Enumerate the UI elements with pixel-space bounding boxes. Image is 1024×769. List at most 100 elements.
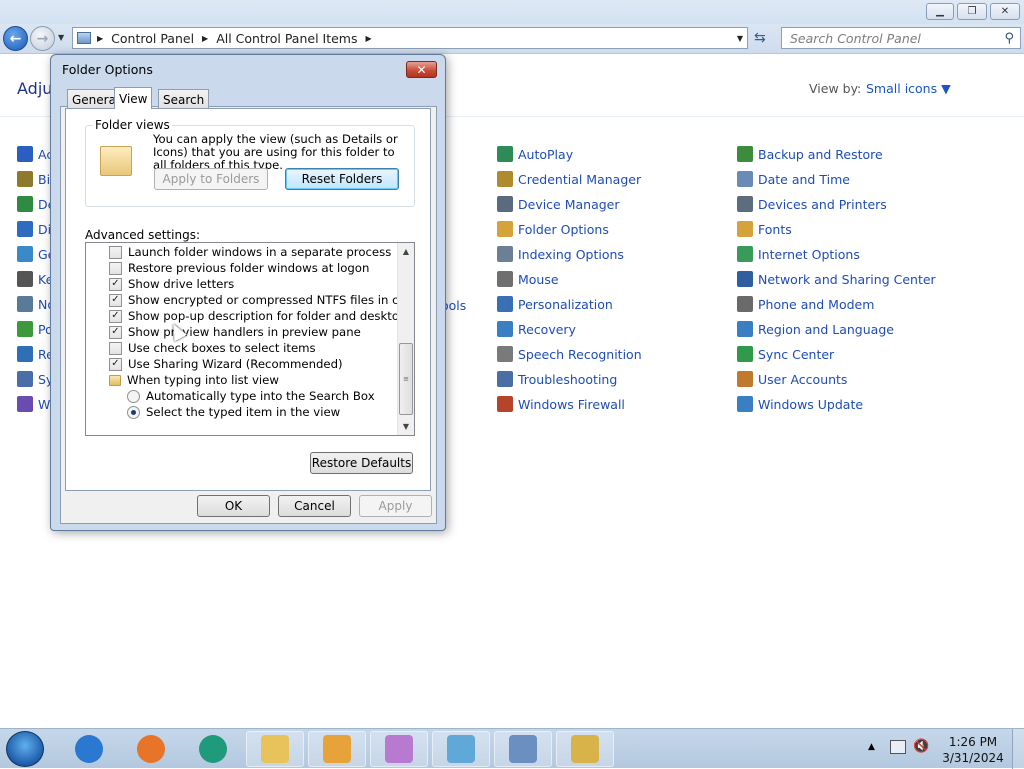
cancel-button[interactable]: Cancel <box>278 495 351 517</box>
cp-item-label: Phone and Modem <box>758 296 875 312</box>
setting-row[interactable]: ✓ Show preview handlers in preview pane <box>86 324 361 340</box>
restore-defaults-button[interactable]: Restore Defaults <box>310 452 413 474</box>
cp-item-middle-1[interactable]: Credential Manager <box>497 169 641 189</box>
cp-item-middle-5[interactable]: Mouse <box>497 269 559 289</box>
setting-row[interactable]: Automatically type into the Search Box <box>86 388 375 404</box>
breadcrumb-separator-icon[interactable]: ▶ <box>97 34 103 43</box>
cp-item-left-10[interactable]: Wi <box>17 394 54 414</box>
cp-item-right-3[interactable]: Fonts <box>737 219 792 239</box>
show-hidden-icons-icon[interactable]: ▲ <box>868 742 875 752</box>
breadcrumb-separator-icon[interactable]: ▶ <box>202 34 208 43</box>
address-dropdown-icon[interactable]: ▼ <box>737 34 743 43</box>
checkbox-checked[interactable]: ✓ <box>109 293 122 307</box>
apply-to-folders-button[interactable]: Apply to Folders <box>154 168 268 190</box>
tab-view[interactable]: View <box>114 87 153 109</box>
cp-item-right-8[interactable]: Sync Center <box>737 344 834 364</box>
setting-row[interactable]: Use check boxes to select items <box>86 340 316 356</box>
cp-item-right-7[interactable]: Region and Language <box>737 319 894 339</box>
apply-button[interactable]: Apply <box>359 495 432 517</box>
radio-unselected[interactable] <box>127 389 140 403</box>
dialog-close-button[interactable]: ✕ <box>406 61 437 78</box>
breadcrumb-all-items[interactable]: All Control Panel Items <box>216 31 357 46</box>
scroll-down-icon[interactable]: ▼ <box>398 418 414 435</box>
cp-item-middle-9[interactable]: Troubleshooting <box>497 369 617 389</box>
setting-row[interactable]: When typing into list view <box>86 372 279 388</box>
cp-item-right-1[interactable]: Date and Time <box>737 169 850 189</box>
setting-row[interactable]: ✓ Use Sharing Wizard (Recommended) <box>86 356 343 372</box>
maximize-button[interactable]: ❐ <box>957 3 987 20</box>
cp-item-right-2[interactable]: Devices and Printers <box>737 194 887 214</box>
setting-row[interactable]: Select the typed item in the view <box>86 404 340 420</box>
search-icon[interactable]: ⚲ <box>1004 31 1014 46</box>
view-by-dropdown[interactable]: Small icons ▼ <box>866 81 951 96</box>
reset-folders-button[interactable]: Reset Folders <box>285 168 399 190</box>
network-tray-icon[interactable] <box>890 740 906 754</box>
cp-item-middle-2[interactable]: Device Manager <box>497 194 620 214</box>
cp-item-right-10[interactable]: Windows Update <box>737 394 863 414</box>
taskbar-app-5[interactable] <box>370 731 428 767</box>
scroll-up-icon[interactable]: ▲ <box>398 243 414 260</box>
cp-item-right-4[interactable]: Internet Options <box>737 244 860 264</box>
ok-button[interactable]: OK <box>197 495 270 517</box>
cp-item-middle-0[interactable]: AutoPlay <box>497 144 573 164</box>
checkbox-checked[interactable]: ✓ <box>109 357 122 371</box>
cp-item-left-5[interactable]: Ke <box>17 269 53 289</box>
settings-scrollbar[interactable]: ▲ ≡ ▼ <box>397 243 414 435</box>
setting-row[interactable]: ✓ Show encrypted or compressed NTFS files… <box>86 292 415 308</box>
cp-item-right-6[interactable]: Phone and Modem <box>737 294 874 314</box>
back-button[interactable]: ← <box>3 26 28 51</box>
checkbox-checked[interactable]: ✓ <box>109 325 122 339</box>
cp-item-label: Credential Manager <box>518 171 642 187</box>
address-bar[interactable]: ▶ Control Panel ▶ All Control Panel Item… <box>72 27 748 49</box>
cp-item-right-9[interactable]: User Accounts <box>737 369 847 389</box>
taskbar-app-1[interactable] <box>122 731 180 767</box>
taskbar-app-3[interactable] <box>246 731 304 767</box>
checkbox-unchecked[interactable] <box>109 245 122 259</box>
checkbox-unchecked[interactable] <box>109 341 122 355</box>
breadcrumb-control-panel[interactable]: Control Panel <box>111 31 194 46</box>
taskbar-app-8[interactable] <box>556 731 614 767</box>
cp-item-left-7[interactable]: Po <box>17 319 53 339</box>
checkbox-checked[interactable]: ✓ <box>109 277 122 291</box>
cp-item-left-0[interactable]: Ac <box>17 144 53 164</box>
cp-item-middle-8[interactable]: Speech Recognition <box>497 344 642 364</box>
taskbar-app-6[interactable] <box>432 731 490 767</box>
breadcrumb-separator-icon[interactable]: ▶ <box>366 34 372 43</box>
start-button[interactable] <box>6 731 44 767</box>
setting-row[interactable]: ✓ Show pop-up description for folder and … <box>86 308 414 324</box>
taskbar-app-2[interactable] <box>184 731 242 767</box>
volume-muted-icon[interactable]: 🔇 <box>913 739 929 754</box>
cp-item-middle-7[interactable]: Recovery <box>497 319 576 339</box>
advanced-settings-list[interactable]: Launch folder windows in a separate proc… <box>85 242 415 436</box>
minimize-button[interactable]: ▁ <box>926 3 954 20</box>
cp-item-left-8[interactable]: Re <box>17 344 54 364</box>
recent-pages-dropdown-icon[interactable]: ▼ <box>58 33 64 42</box>
notepad-icon <box>447 735 475 763</box>
cp-item-left-9[interactable]: Sy <box>17 369 53 389</box>
show-desktop-button[interactable] <box>1012 729 1024 769</box>
cp-item-right-0[interactable]: Backup and Restore <box>737 144 883 164</box>
control-panel-icon <box>77 32 91 44</box>
taskbar-app-4[interactable] <box>308 731 366 767</box>
setting-row[interactable]: Launch folder windows in a separate proc… <box>86 244 391 260</box>
checkbox-unchecked[interactable] <box>109 261 122 275</box>
search-box[interactable]: Search Control Panel ⚲ <box>781 27 1021 49</box>
tab-search[interactable]: Search <box>158 89 210 109</box>
forward-button[interactable]: → <box>30 26 55 51</box>
cp-item-middle-10[interactable]: Windows Firewall <box>497 394 625 414</box>
setting-row[interactable]: ✓ Show drive letters <box>86 276 234 292</box>
setting-row[interactable]: Restore previous folder windows at logon <box>86 260 369 276</box>
refresh-icon[interactable]: ⇆ <box>754 30 766 46</box>
radio-selected[interactable] <box>127 405 140 419</box>
cp-item-middle-6[interactable]: Personalization <box>497 294 613 314</box>
cp-item-right-5[interactable]: Network and Sharing Center <box>737 269 936 289</box>
cp-item-middle-4[interactable]: Indexing Options <box>497 244 624 264</box>
scroll-thumb[interactable]: ≡ <box>399 343 413 415</box>
taskbar-clock[interactable]: 1:26 PM 3/31/2024 <box>938 734 1008 766</box>
setting-label: Show encrypted or compressed NTFS files … <box>128 293 415 307</box>
taskbar-app-0[interactable] <box>60 731 118 767</box>
checkbox-checked[interactable]: ✓ <box>109 309 122 323</box>
cp-item-middle-3[interactable]: Folder Options <box>497 219 609 239</box>
taskbar-app-7[interactable] <box>494 731 552 767</box>
close-window-button[interactable]: ✕ <box>990 3 1020 20</box>
